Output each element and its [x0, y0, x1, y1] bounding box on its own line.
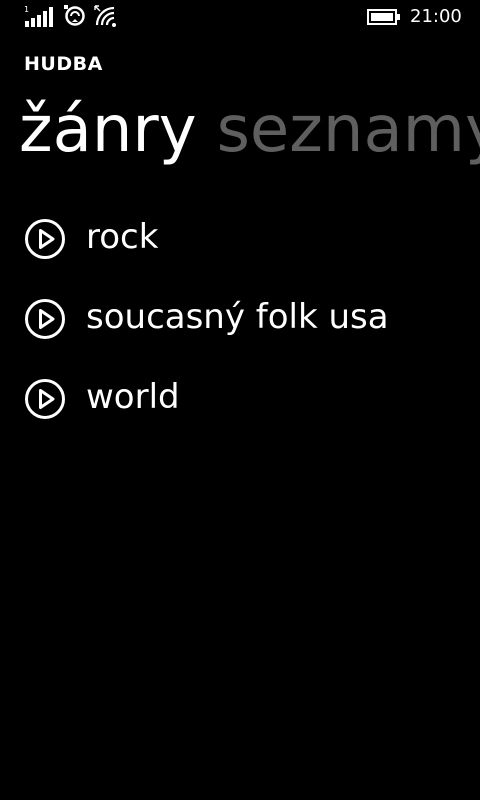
svg-text:1: 1: [24, 5, 29, 14]
genre-label: rock: [86, 217, 159, 257]
play-circle-icon[interactable]: [24, 298, 66, 340]
genre-label: soucasný folk usa: [86, 297, 389, 337]
genre-item-contemporary-folk[interactable]: soucasný folk usa: [24, 292, 480, 372]
pivot-header: žánry seznamy: [19, 85, 480, 175]
genre-list: rock soucasný folk usa world: [24, 212, 480, 452]
genre-label: world: [86, 377, 180, 417]
status-clock: 21:00: [410, 6, 462, 27]
genre-item-world[interactable]: world: [24, 372, 480, 452]
tab-playlists[interactable]: seznamy: [217, 85, 480, 175]
genre-item-rock[interactable]: rock: [24, 212, 480, 292]
battery-icon: [367, 9, 400, 25]
tab-genres[interactable]: žánry: [19, 85, 197, 175]
play-circle-icon[interactable]: [24, 218, 66, 260]
app-title: HUDBA: [24, 53, 103, 75]
data-sync-icon: [64, 5, 85, 26]
status-bar: 1 21:00: [0, 0, 480, 34]
signal-strength-icon: 1: [24, 5, 53, 27]
wifi-icon: [94, 5, 116, 27]
play-circle-icon[interactable]: [24, 378, 66, 420]
